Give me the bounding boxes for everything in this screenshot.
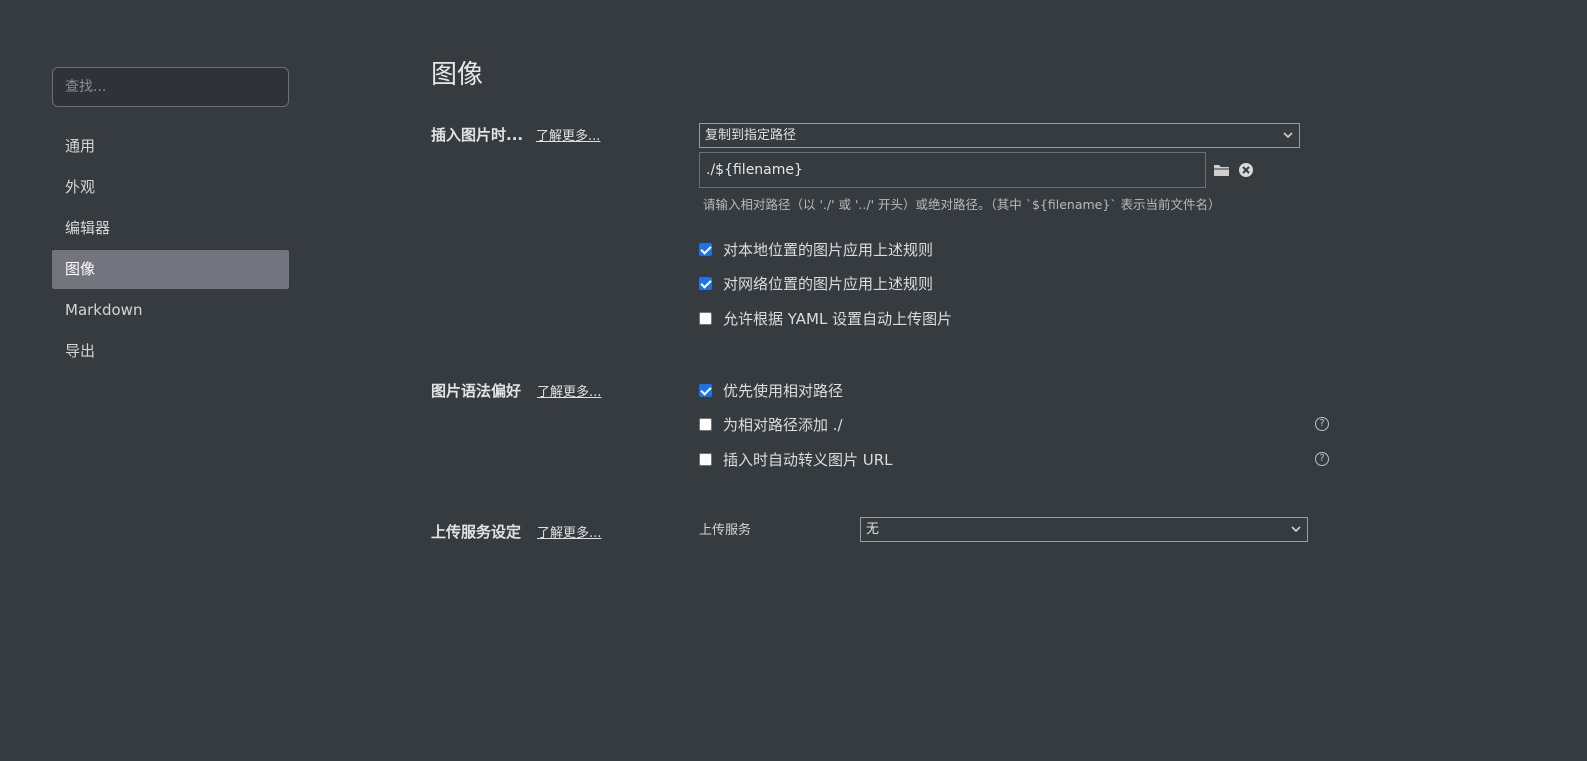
checkbox-checked[interactable]: [699, 383, 712, 397]
check-add-dot-slash[interactable]: 为相对路径添加 ./: [699, 414, 843, 434]
upload-settings-label: 上传服务设定: [431, 523, 522, 541]
checkbox-unchecked[interactable]: [699, 452, 712, 466]
check-label: 对本地位置的图片应用上述规则: [723, 240, 934, 259]
sidebar-item-editor[interactable]: 编辑器: [52, 209, 289, 248]
upload-learn-more-link[interactable]: 了解更多...: [537, 522, 601, 541]
upload-service-value: 无: [866, 522, 880, 537]
check-apply-network[interactable]: 对网络位置的图片应用上述规则: [699, 273, 933, 293]
path-hint: 请输入相对路径（以 './' 或 '../' 开头）或绝对路径。（其中 `${f…: [703, 197, 1221, 212]
check-label: 为相对路径添加 ./: [723, 415, 843, 434]
insert-image-label: 插入图片时...: [431, 126, 524, 144]
check-label: 优先使用相对路径: [723, 381, 844, 400]
check-prefer-relative[interactable]: 优先使用相对路径: [699, 380, 843, 400]
clear-icon[interactable]: [1237, 161, 1255, 179]
insert-learn-more-link[interactable]: 了解更多...: [536, 125, 600, 144]
checkbox-unchecked[interactable]: [699, 311, 712, 325]
check-yaml-upload[interactable]: 允许根据 YAML 设置自动上传图片: [699, 308, 952, 328]
search-input[interactable]: [52, 67, 289, 107]
checkbox-unchecked[interactable]: [699, 417, 712, 431]
sidebar-item-export[interactable]: 导出: [52, 332, 289, 371]
upload-service-select[interactable]: 无: [860, 517, 1308, 542]
syntax-pref-label: 图片语法偏好: [431, 382, 522, 400]
check-label: 插入时自动转义图片 URL: [723, 450, 893, 469]
checkbox-checked[interactable]: [699, 276, 712, 290]
sidebar-item-appearance[interactable]: 外观: [52, 168, 289, 207]
upload-service-label: 上传服务: [699, 523, 752, 538]
syntax-learn-more-link[interactable]: 了解更多...: [537, 381, 601, 400]
image-path-input[interactable]: [699, 152, 1206, 188]
check-apply-local[interactable]: 对本地位置的图片应用上述规则: [699, 239, 933, 259]
help-icon[interactable]: ?: [1315, 452, 1329, 466]
folder-icon[interactable]: [1213, 161, 1231, 179]
sidebar-nav: 通用 外观 编辑器 图像 Markdown 导出: [52, 127, 289, 371]
chevron-down-icon: [1291, 526, 1301, 533]
insert-action-value: 复制到指定路径: [705, 128, 797, 143]
chevron-down-icon: [1283, 132, 1293, 139]
sidebar-item-image[interactable]: 图像: [52, 250, 289, 289]
check-label: 允许根据 YAML 设置自动上传图片: [723, 309, 953, 328]
page-title: 图像: [431, 60, 484, 90]
sidebar-item-general[interactable]: 通用: [52, 127, 289, 166]
checkbox-checked[interactable]: [699, 242, 712, 256]
help-icon[interactable]: ?: [1315, 417, 1329, 431]
settings-sidebar: 通用 外观 编辑器 图像 Markdown 导出: [52, 67, 289, 373]
check-escape-url[interactable]: 插入时自动转义图片 URL: [699, 449, 893, 469]
check-label: 对网络位置的图片应用上述规则: [723, 274, 934, 293]
sidebar-item-markdown[interactable]: Markdown: [52, 291, 289, 330]
insert-action-select[interactable]: 复制到指定路径: [699, 123, 1300, 148]
